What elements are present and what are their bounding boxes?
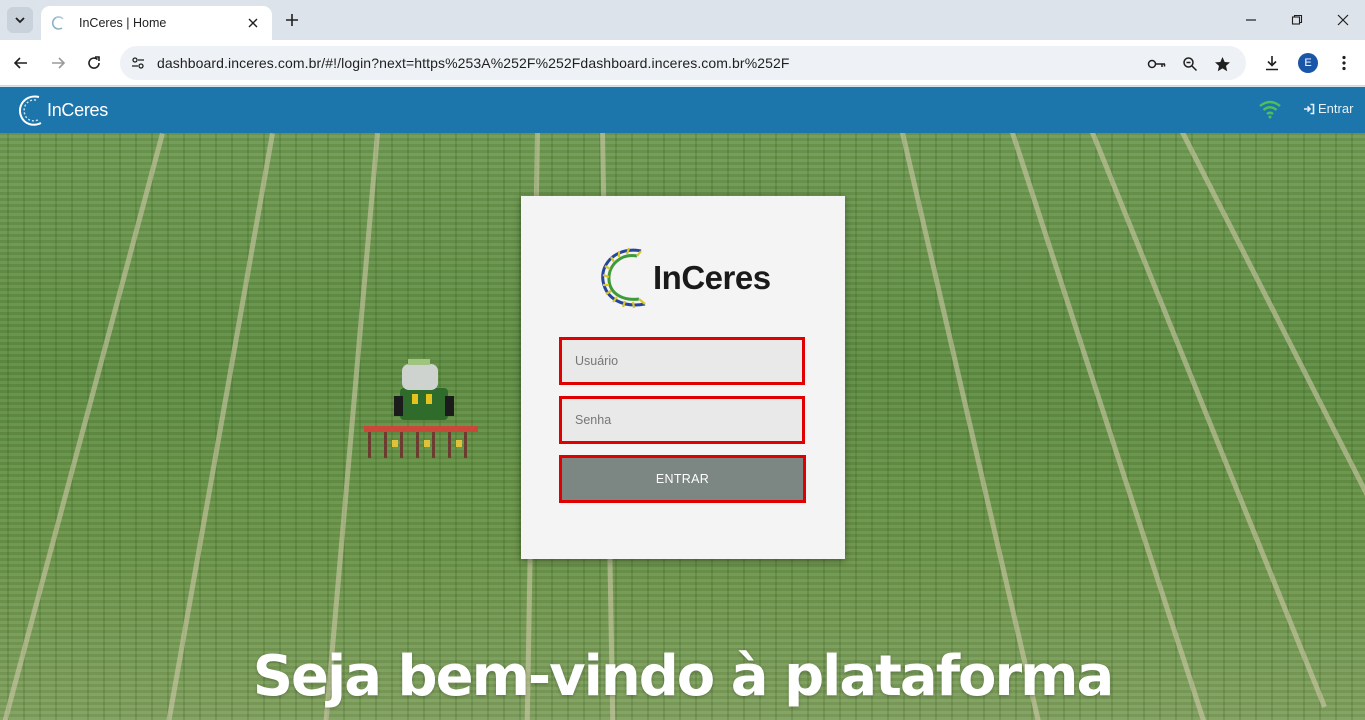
login-submit-button[interactable]: ENTRAR — [559, 455, 806, 503]
brand-name: InCeres — [47, 99, 108, 120]
reload-icon[interactable] — [82, 51, 106, 75]
tab-title: InCeres | Home — [79, 16, 167, 30]
browser-tabstrip: InCeres | Home — [0, 0, 1365, 40]
password-field — [559, 396, 805, 444]
close-window-icon[interactable] — [1331, 8, 1355, 32]
menu-icon[interactable] — [1332, 51, 1356, 75]
restore-icon[interactable] — [1285, 8, 1309, 32]
username-field — [559, 337, 805, 385]
brand-logo-icon — [19, 95, 42, 126]
sign-in-icon — [1304, 103, 1315, 114]
favicon-icon — [51, 14, 69, 32]
tab-search-icon[interactable] — [7, 7, 33, 33]
brand-logo[interactable]: InCeres — [17, 92, 108, 128]
key-icon[interactable] — [1146, 53, 1168, 75]
welcome-heading: Seja bem-vindo à plataforma — [252, 644, 1115, 709]
card-logo-text: InCeres — [653, 259, 771, 296]
field-furrow — [1010, 131, 1207, 720]
password-input[interactable] — [562, 399, 802, 441]
star-icon[interactable] — [1211, 53, 1233, 75]
field-furrow — [0, 133, 165, 720]
minimize-icon[interactable] — [1239, 8, 1263, 32]
browser-tab-active[interactable]: InCeres | Home — [41, 6, 272, 40]
url-text: dashboard.inceres.com.br/#!/login?next=h… — [157, 55, 790, 71]
dna-logo-icon — [601, 247, 646, 309]
plus-icon[interactable] — [281, 9, 303, 31]
browser-toolbar: dashboard.inceres.com.br/#!/login?next=h… — [0, 40, 1365, 86]
wifi-icon — [1259, 100, 1281, 119]
card-logo: InCeres — [597, 243, 777, 313]
header-login-link[interactable]: Entrar — [1303, 101, 1353, 116]
web-page: InCeres Entrar InCeres Usuário ENTRAR Se… — [0, 87, 1365, 720]
username-input[interactable] — [562, 340, 802, 382]
field-furrow — [1180, 130, 1365, 686]
download-icon[interactable] — [1260, 51, 1284, 75]
site-info-icon[interactable] — [128, 53, 148, 73]
forward-icon[interactable] — [46, 51, 70, 75]
field-furrow — [1090, 131, 1327, 708]
field-furrow — [900, 131, 1045, 720]
back-icon[interactable] — [9, 51, 33, 75]
profile-avatar[interactable]: E — [1298, 53, 1318, 73]
field-furrow — [162, 133, 275, 720]
address-bar[interactable]: dashboard.inceres.com.br/#!/login?next=h… — [120, 46, 1246, 80]
header-login-label: Entrar — [1318, 101, 1354, 116]
close-icon[interactable] — [244, 14, 262, 32]
app-header: InCeres Entrar — [0, 87, 1365, 133]
tractor-image — [364, 359, 478, 458]
login-card: InCeres ENTRAR — [521, 196, 845, 559]
zoom-icon[interactable] — [1179, 53, 1201, 75]
